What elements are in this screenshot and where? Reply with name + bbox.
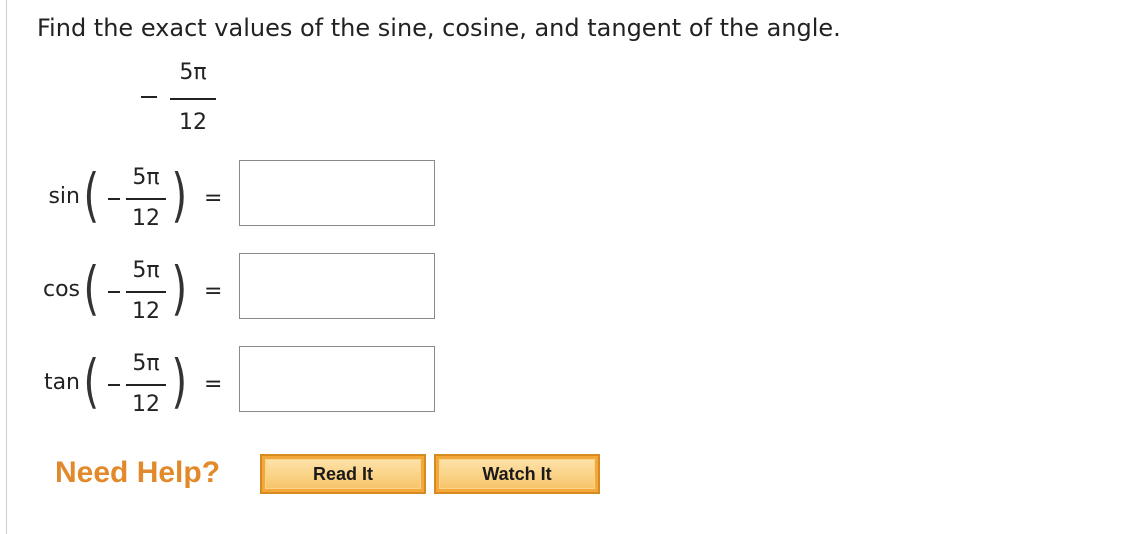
- watch-it-button[interactable]: Watch It: [434, 454, 600, 494]
- read-it-button[interactable]: Read It: [260, 454, 426, 494]
- cos-row: cos ( 5π 12 ) =: [0, 253, 500, 333]
- minus-sign: [108, 384, 120, 386]
- tan-answer-field[interactable]: [239, 346, 435, 412]
- row-numerator: 5π: [132, 351, 160, 376]
- left-paren: (: [83, 161, 100, 229]
- angle-denominator: 12: [179, 110, 207, 135]
- angle-minus-sign: [141, 96, 157, 98]
- angle-numerator: 5π: [179, 60, 207, 85]
- read-it-label: Read It: [265, 459, 421, 489]
- function-name-tan: tan: [43, 370, 80, 395]
- right-paren: ): [171, 161, 188, 229]
- row-fraction-bar: [126, 291, 166, 293]
- function-name-sin: sin: [48, 184, 80, 209]
- minus-sign: [108, 291, 120, 293]
- equals-sign: =: [204, 279, 223, 304]
- equals-sign: =: [204, 186, 223, 211]
- row-numerator: 5π: [132, 258, 160, 283]
- function-name-cos: cos: [42, 277, 80, 302]
- minus-sign: [108, 198, 120, 200]
- row-fraction-bar: [126, 198, 166, 200]
- sin-row: sin ( 5π 12 ) =: [0, 160, 500, 240]
- left-paren: (: [83, 347, 100, 415]
- right-paren: ): [171, 347, 188, 415]
- row-numerator: 5π: [132, 165, 160, 190]
- need-help-label: Need Help?: [55, 456, 221, 489]
- row-denominator: 12: [132, 206, 160, 231]
- row-denominator: 12: [132, 299, 160, 324]
- row-denominator: 12: [132, 392, 160, 417]
- equals-sign: =: [204, 372, 223, 397]
- angle-fraction-bar: [170, 98, 216, 100]
- watch-it-label: Watch It: [439, 459, 595, 489]
- right-paren: ): [171, 254, 188, 322]
- sin-answer-field[interactable]: [239, 160, 435, 226]
- cos-answer-field[interactable]: [239, 253, 435, 319]
- question-prompt: Find the exact values of the sine, cosin…: [37, 14, 841, 42]
- left-paren: (: [83, 254, 100, 322]
- row-fraction-bar: [126, 384, 166, 386]
- tan-row: tan ( 5π 12 ) =: [0, 346, 500, 426]
